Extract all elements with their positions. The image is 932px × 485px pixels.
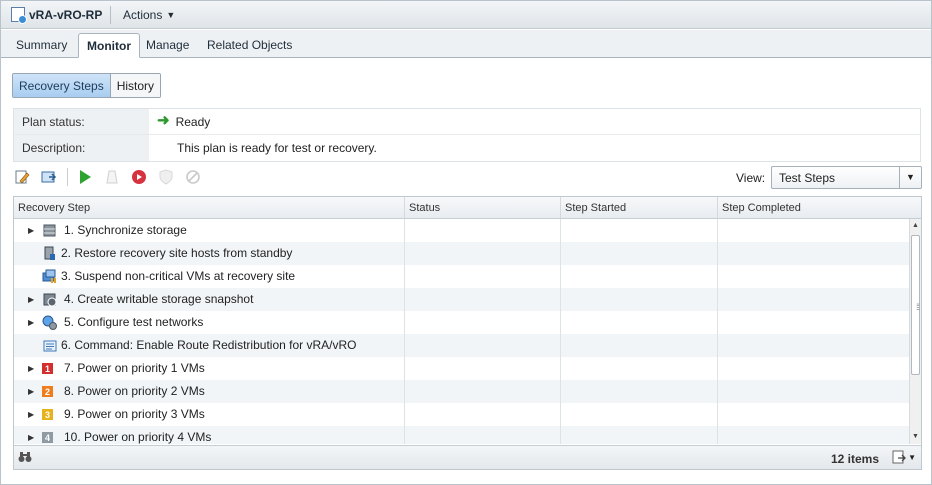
subtab-recovery-steps[interactable]: Recovery Steps	[13, 74, 111, 97]
recovery-step-label: 3. Suspend non-critical VMs at recovery …	[61, 269, 296, 283]
scroll-down-icon[interactable]: ▼	[910, 430, 921, 444]
grid-footer: 12 items ▼	[14, 445, 921, 469]
plan-toolbar	[13, 166, 211, 188]
snapshot-icon	[42, 292, 57, 307]
view-select-value: Test Steps	[779, 171, 836, 185]
table-row[interactable]: 2. Restore recovery site hosts from stan…	[14, 242, 909, 265]
command-icon	[42, 338, 57, 353]
grid-header: Recovery Step Status Step Started Step C…	[14, 197, 921, 219]
binoculars-icon[interactable]	[18, 451, 32, 466]
table-row[interactable]: ▶ 4. Create writable storage snapshot	[14, 288, 909, 311]
run-test-icon[interactable]	[76, 168, 94, 186]
chevron-down-icon[interactable]: ▼	[899, 167, 921, 188]
plan-status-label: Plan status:	[14, 109, 149, 134]
plan-status-row: Plan status: ➜ Ready	[14, 109, 920, 135]
chevron-down-icon: ▼	[166, 10, 176, 20]
tab-bar: Summary Monitor Manage Related Objects	[1, 30, 931, 58]
expand-arrow-icon[interactable]: ▶	[28, 295, 34, 304]
recovery-step-label: 10. Power on priority 4 VMs	[64, 430, 212, 444]
reprotect-icon[interactable]	[157, 168, 175, 186]
actions-label: Actions	[123, 8, 163, 22]
monitor-subtabs: Recovery Steps History	[12, 73, 162, 98]
recovery-plan-icon	[11, 7, 27, 24]
recovery-step-label: 1. Synchronize storage	[64, 223, 187, 237]
recovery-step-label: 5. Configure test networks	[64, 315, 204, 329]
chevron-down-icon[interactable]: ▼	[908, 453, 916, 462]
expand-arrow-icon[interactable]: ▶	[28, 387, 34, 396]
table-row[interactable]: ▶ 4 10. Power on priority 4 VMs	[14, 426, 909, 444]
grid-body: ▶ 1. Synchronize storage 2. Restore recove…	[14, 219, 909, 444]
tab-monitor[interactable]: Monitor	[78, 33, 140, 58]
recovery-step-label: 9. Power on priority 3 VMs	[64, 407, 205, 421]
edit-plan-icon[interactable]	[13, 168, 31, 186]
tab-summary[interactable]: Summary	[16, 38, 67, 52]
column-header-recovery-step[interactable]: Recovery Step	[14, 197, 405, 218]
table-row[interactable]: ▶ 1. Synchronize storage	[14, 219, 909, 242]
run-recovery-icon[interactable]	[130, 168, 148, 186]
toolbar-separator	[67, 168, 68, 186]
table-row[interactable]: 6. Command: Enable Route Redistribution …	[14, 334, 909, 357]
table-row[interactable]: ▶ 2 8. Power on priority 2 VMs	[14, 380, 909, 403]
column-header-step-completed[interactable]: Step Completed	[718, 197, 921, 218]
tab-related-objects[interactable]: Related Objects	[207, 38, 292, 52]
recovery-step-label: 6. Command: Enable Route Redistribution …	[61, 338, 357, 352]
expand-arrow-icon[interactable]: ▶	[28, 433, 34, 442]
vertical-scrollbar[interactable]: ▲ ▼	[909, 219, 921, 444]
resize-grip-icon[interactable]: ⁞⁞	[916, 302, 920, 312]
table-row[interactable]: ▶ 1 7. Power on priority 1 VMs	[14, 357, 909, 380]
expand-arrow-icon[interactable]: ▶	[28, 364, 34, 373]
plan-status-text: Ready	[175, 115, 211, 129]
item-count: 12 items	[830, 452, 879, 466]
table-row[interactable]: ▶ 3 9. Power on priority 3 VMs	[14, 403, 909, 426]
expand-arrow-icon[interactable]: ▶	[28, 226, 34, 235]
object-name: vRA-vRO-RP	[29, 7, 103, 22]
table-row[interactable]: 3. Suspend non-critical VMs at recovery …	[14, 265, 909, 288]
description-value: This plan is ready for test or recovery.	[177, 141, 377, 155]
priority-3-icon: 3	[42, 409, 53, 420]
recovery-plan-panel: vRA-vRO-RP Actions ▼ Summary Monitor Mana…	[0, 0, 932, 485]
tab-manage[interactable]: Manage	[146, 38, 189, 52]
plan-status-value: ➜ Ready	[149, 109, 210, 134]
move-plan-icon[interactable]	[40, 168, 58, 186]
object-title: vRA-vRO-RP	[11, 7, 103, 24]
recovery-step-label: 2. Restore recovery site hosts from stan…	[61, 246, 293, 260]
priority-2-icon: 2	[42, 386, 53, 397]
priority-1-icon: 1	[42, 363, 53, 374]
network-icon	[42, 315, 57, 330]
expand-arrow-icon[interactable]: ▶	[28, 410, 34, 419]
title-separator	[110, 6, 111, 24]
cancel-icon[interactable]	[184, 168, 202, 186]
cleanup-icon[interactable]	[103, 168, 121, 186]
actions-menu[interactable]: Actions ▼	[123, 8, 175, 22]
description-row: Description: This plan is ready for test…	[14, 135, 920, 161]
view-select[interactable]: Test Steps ▼	[771, 166, 922, 189]
expand-arrow-icon[interactable]: ▶	[28, 318, 34, 327]
view-label: View:	[736, 171, 766, 185]
subtab-history[interactable]: History	[110, 74, 161, 97]
table-row[interactable]: ▶ 5. Configure test networks	[14, 311, 909, 334]
column-header-step-started[interactable]: Step Started	[561, 197, 718, 218]
priority-4-icon: 4	[42, 432, 53, 443]
vms-pause-icon	[42, 269, 57, 284]
recovery-step-label: 7. Power on priority 1 VMs	[64, 361, 205, 375]
description-label: Description:	[14, 135, 149, 161]
title-bar: vRA-vRO-RP Actions ▼	[1, 1, 931, 29]
host-icon	[42, 246, 57, 261]
storage-icon	[42, 223, 57, 238]
plan-info-table: Plan status: ➜ Ready Description: This p…	[13, 108, 921, 162]
column-header-status[interactable]: Status	[405, 197, 561, 218]
recovery-step-label: 8. Power on priority 2 VMs	[64, 384, 205, 398]
scroll-up-icon[interactable]: ▲	[910, 219, 921, 233]
export-icon[interactable]: ▼	[892, 450, 916, 464]
ready-arrow-icon: ➜	[157, 112, 170, 129]
recovery-step-label: 4. Create writable storage snapshot	[64, 292, 254, 306]
recovery-steps-grid: Recovery Step Status Step Started Step C…	[13, 196, 922, 470]
